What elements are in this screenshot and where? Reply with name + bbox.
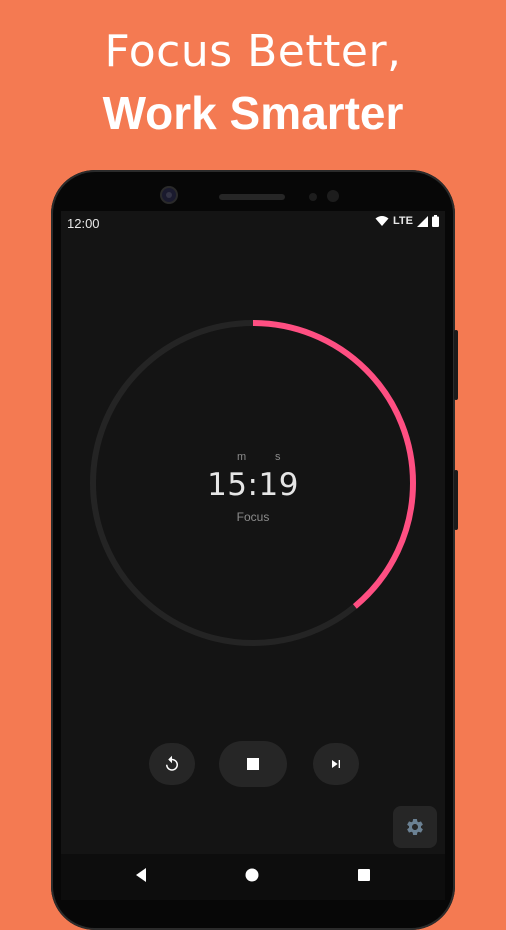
nav-home-button[interactable]: [243, 866, 261, 887]
minutes-unit-label: m: [237, 451, 247, 463]
settings-button[interactable]: [393, 806, 437, 848]
light-sensor: [327, 190, 339, 202]
stop-icon: [247, 758, 259, 770]
nav-back-button[interactable]: [133, 866, 151, 887]
earpiece-speaker: [219, 194, 285, 200]
front-camera: [162, 188, 176, 202]
home-icon: [245, 868, 259, 882]
reset-button[interactable]: [149, 743, 195, 785]
session-label: Focus: [236, 510, 270, 524]
back-icon: [136, 868, 146, 882]
phone-frame: 12:00 LTE m s 15:19 Focus: [51, 170, 458, 930]
stop-button[interactable]: [219, 741, 287, 787]
seconds-unit-label: s: [275, 451, 281, 463]
proximity-sensor: [309, 193, 317, 201]
recents-icon: [358, 869, 370, 881]
volume-button: [454, 330, 458, 400]
skip-next-icon: [332, 760, 340, 768]
power-button: [454, 470, 458, 530]
gear-icon: [407, 819, 423, 835]
timer-time: 15:19: [207, 467, 299, 503]
promo-headline-line2: Work Smarter: [102, 87, 404, 139]
skip-button[interactable]: [313, 743, 359, 785]
navigation-bar: [61, 854, 445, 900]
app-screen: 12:00 LTE m s 15:19 Focus: [61, 211, 445, 900]
promo-headline-line1: Focus Better,: [104, 26, 402, 77]
nav-recents-button[interactable]: [355, 866, 373, 887]
reset-icon: [166, 755, 178, 771]
